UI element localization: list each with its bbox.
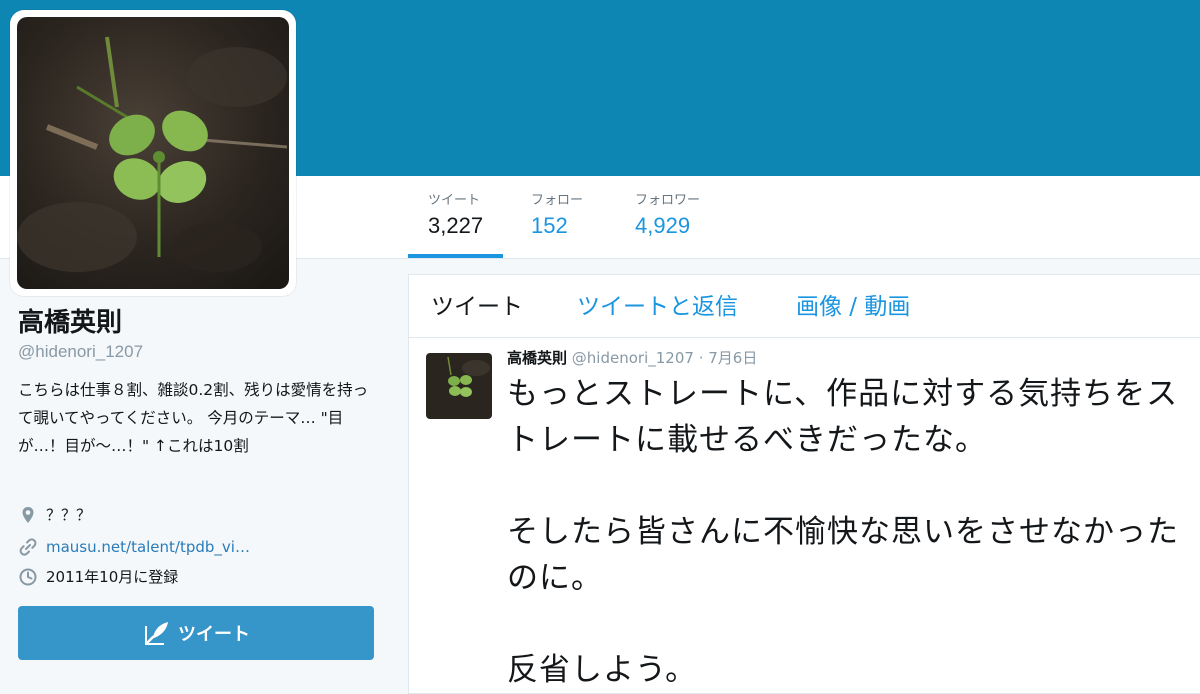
map-pin-icon (22, 507, 34, 523)
calendar-clock-icon (19, 568, 37, 586)
tweet-author-name[interactable]: 高橋英則 (507, 349, 567, 367)
tweet-avatar[interactable] (426, 353, 492, 419)
clover-photo (17, 17, 289, 289)
tweet-separator: · (698, 349, 704, 367)
tab-media[interactable]: 画像 / 動画 (796, 293, 910, 321)
tweet-text: もっとストレートに、作品に対する気持ちをストレートに載せるべきだったな。 そした… (507, 376, 1179, 688)
profile-joined: 2011年10月に登録 (18, 565, 178, 589)
tab-tweets[interactable]: ツイート (431, 293, 523, 321)
link-icon (19, 538, 37, 556)
profile-location: ？？？ (18, 503, 91, 527)
profile-url: mausu.net/talent/tpdb_vi… (18, 535, 250, 559)
stat-tweets[interactable]: ツイート 3,227 (408, 192, 504, 258)
stat-tweets-value: 3,227 (428, 213, 484, 238)
tweet-timestamp[interactable]: 7月6日 (708, 349, 757, 367)
stat-followers-value: 4,929 (635, 213, 691, 238)
tab-tweets-and-replies[interactable]: ツイートと返信 (577, 293, 738, 321)
stat-following-value: 152 (531, 213, 568, 238)
compose-tweet-button[interactable]: ツイート (18, 606, 374, 660)
tweet-author-handle[interactable]: @hidenori_1207 (572, 349, 694, 367)
profile-url-link[interactable]: mausu.net/talent/tpdb_vi… (46, 535, 250, 559)
stat-following-label: フォロー (531, 193, 584, 208)
profile-bio: こちらは仕事８割、雑談0.2割、残りは愛情を持って覗いてやってください。 今月の… (18, 381, 369, 455)
timeline-tabs: ツイート ツイートと返信 画像 / 動画 (409, 275, 1200, 338)
stat-followers[interactable]: フォロワー 4,929 (615, 192, 720, 258)
profile-joined-text: 2011年10月に登録 (46, 568, 179, 586)
compose-tweet-label: ツイート (178, 624, 250, 645)
profile-name[interactable]: 高橋英則 (18, 306, 122, 340)
stat-tweets-label: ツイート (428, 193, 481, 208)
timeline-panel: ツイート ツイートと返信 画像 / 動画 高橋英則 @hidenori_1207… (408, 274, 1200, 694)
tweet-header: 高橋英則 @hidenori_1207 · 7月6日 (507, 347, 757, 369)
quill-icon (145, 622, 168, 645)
profile-location-text: ？？？ (46, 506, 92, 524)
profile-handle[interactable]: @hidenori_1207 (18, 342, 143, 362)
stat-followers-label: フォロワー (635, 193, 701, 208)
profile-avatar[interactable] (10, 10, 296, 296)
stat-following[interactable]: フォロー 152 (511, 192, 603, 258)
